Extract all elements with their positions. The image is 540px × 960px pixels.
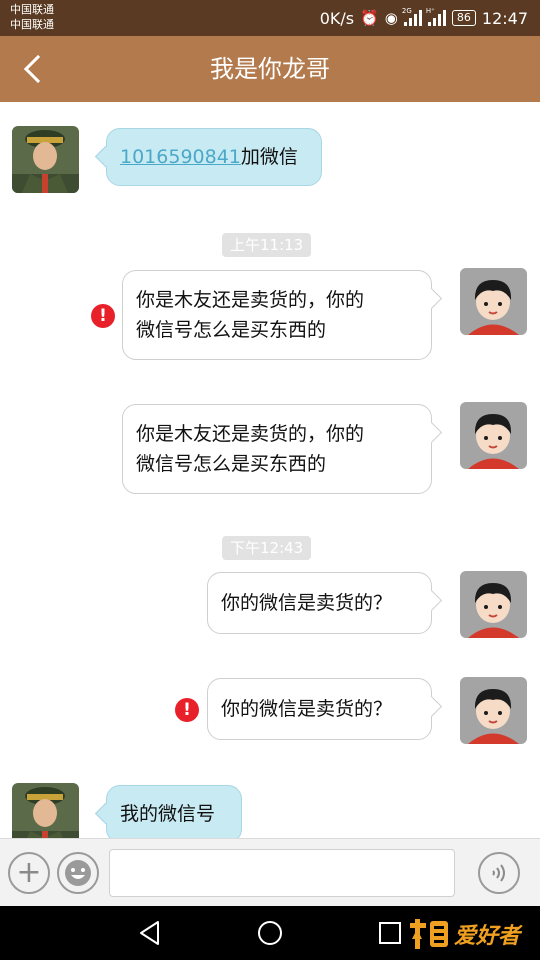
square-recent-icon [379,922,401,944]
message-line-1: 你是木友还是卖货的，你的 [136,423,365,445]
timestamp: 下午12:43 [222,536,312,560]
triangle-back-icon [140,921,159,945]
carrier-label-1: 中国联通 [10,3,54,16]
outgoing-bubble[interactable]: 你的微信是卖货的？ [207,572,432,634]
alarm-icon: ⏰ [360,9,379,27]
clock: 12:47 [481,8,528,28]
my-avatar[interactable] [460,268,527,335]
status-bar: 中国联通 中国联通 0K/s ⏰ ◉ 2G H⁺ 86 12:47 [0,0,540,36]
network-type-2: H⁺ [425,7,435,15]
incoming-bubble[interactable]: 我的微信号 [106,785,242,838]
message-text: 加微信 [240,146,298,168]
chevron-left-icon [23,54,53,84]
voice-icon [492,864,505,882]
emoji-button[interactable] [57,852,99,894]
network-type: 2G [401,7,412,15]
more-button[interactable]: + [8,852,50,894]
outgoing-bubble[interactable]: 你的微信是卖货的？ [207,678,432,740]
my-avatar[interactable] [460,571,527,638]
message-line-1: 你是木友还是卖货的，你的 [136,289,365,311]
carrier-label-2: 中国联通 [10,18,54,31]
message-line-2: 微信号怎么是买东西的 [136,453,327,475]
message-text: 我的微信号 [120,803,216,825]
watermark-logo [410,919,448,949]
message-list[interactable]: 1016590841加微信 上午11:13 ! 你是木友还是卖货的，你的 微信号怎… [0,102,540,838]
nav-recent-button[interactable] [375,918,405,948]
timestamp: 上午11:13 [222,233,312,257]
battery-icon: 86 [451,10,476,26]
smiley-icon [65,860,91,886]
signal-icon: 2G [401,7,422,26]
qq-number-link[interactable]: 1016590841 [120,146,241,168]
voice-button[interactable] [478,852,520,894]
watermark-text: 爱好者 [454,924,521,949]
outgoing-bubble[interactable]: 你是木友还是卖货的，你的 微信号怎么是买东西的 [122,270,432,360]
chat-header: 我是你龙哥 [0,36,540,102]
message-line-2: 微信号怎么是买东西的 [136,319,327,341]
nav-home-button[interactable] [255,918,285,948]
message-text: 你的微信是卖货的？ [221,698,393,720]
contact-avatar[interactable] [12,783,79,838]
eye-icon: ◉ [384,9,398,27]
network-speed: 0K/s [319,8,355,28]
plus-icon: + [16,855,42,890]
watermark: 爱好者 [408,914,520,954]
back-button[interactable] [14,49,54,89]
signal-icon-2: H⁺ [425,7,446,26]
circle-home-icon [258,921,282,945]
status-icons: 0K/s ⏰ ◉ 2G H⁺ 86 12:47 [320,0,528,36]
input-bar: + [0,838,540,906]
my-avatar[interactable] [460,677,527,744]
incoming-bubble[interactable]: 1016590841加微信 [106,128,322,186]
send-failed-icon[interactable]: ! [91,304,115,328]
outgoing-bubble[interactable]: 你是木友还是卖货的，你的 微信号怎么是买东西的 [122,404,432,494]
message-text: 你的微信是卖货的？ [221,592,393,614]
system-nav-bar: 爱好者 [0,906,540,960]
my-avatar[interactable] [460,402,527,469]
send-failed-icon[interactable]: ! [175,698,199,722]
contact-avatar[interactable] [12,126,79,193]
nav-back-button[interactable] [135,918,165,948]
chat-title: 我是你龙哥 [210,55,330,83]
message-input[interactable] [109,849,455,897]
